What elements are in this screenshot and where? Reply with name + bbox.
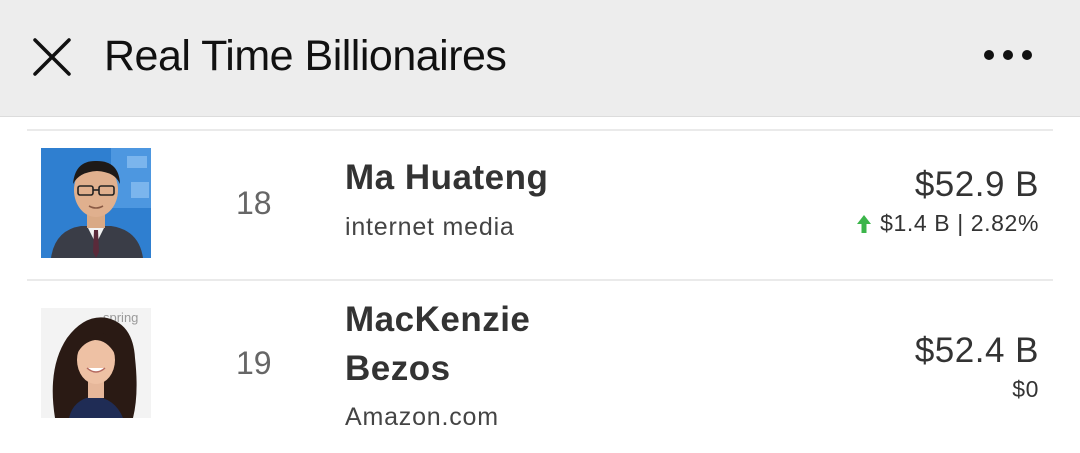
name: Ma Huateng	[345, 158, 549, 197]
app-header: Real Time Billionaires	[0, 0, 1080, 117]
net-worth-change: $0	[1012, 376, 1039, 403]
list-item[interactable]: 18 Ma Huateng internet media $52.9 B $1.…	[27, 131, 1053, 279]
change-value: $0	[1012, 376, 1039, 402]
net-worth: $52.9 B	[914, 165, 1039, 204]
close-button[interactable]	[30, 35, 74, 79]
billionaires-list: 18 Ma Huateng internet media $52.9 B $1.…	[27, 129, 1053, 441]
avatar	[41, 148, 151, 258]
arrow-up-icon	[857, 214, 872, 233]
rank: 19	[236, 345, 272, 381]
more-options-button[interactable]	[980, 40, 1036, 70]
net-worth-change: $1.4 B | 2.82%	[856, 210, 1039, 237]
rank: 18	[236, 185, 272, 221]
industry: Amazon.com	[345, 403, 499, 431]
close-icon	[33, 38, 71, 76]
more-horizontal-icon	[984, 50, 1032, 60]
avatar: spring	[41, 308, 151, 418]
net-worth: $52.4 B	[914, 331, 1039, 370]
industry: internet media	[345, 213, 515, 241]
page-title: Real Time Billionaires	[104, 32, 507, 80]
name: MacKenzie Bezos	[345, 300, 531, 388]
list-item[interactable]: spring 19 MacKenzie Bezos Amazon.com $52…	[27, 281, 1053, 441]
change-value: $1.4 B | 2.82%	[880, 210, 1039, 236]
